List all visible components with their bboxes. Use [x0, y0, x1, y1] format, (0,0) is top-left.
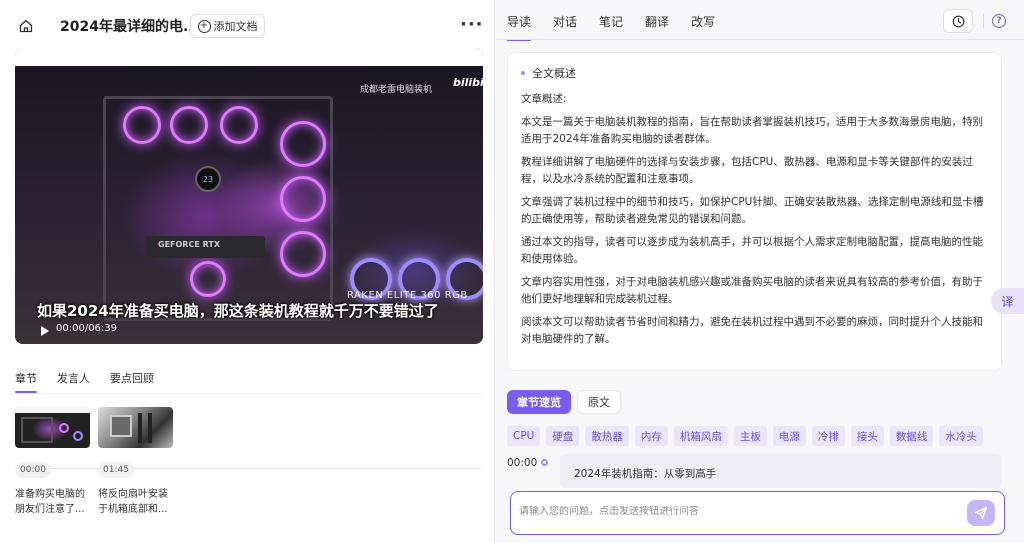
right-tabs: 导读 对话 笔记 翻译 改写	[507, 13, 715, 41]
case-fan	[280, 176, 326, 222]
case-fan	[190, 261, 226, 297]
tab-key-points[interactable]: 要点回顾	[110, 370, 154, 392]
aio-display: 23	[195, 166, 221, 192]
send-icon	[974, 506, 988, 520]
play-icon[interactable]	[41, 326, 49, 336]
tab-guide[interactable]: 导读	[507, 13, 532, 41]
timeline-dot-icon	[541, 459, 548, 466]
right-tabs-divider	[496, 39, 1024, 40]
summary-paragraph: 阅读本文可以帮助读者节省时间和精力，避免在装机过程中遇到不必要的麻烦，同时提升个…	[521, 316, 983, 345]
keyword-tag[interactable]: 冷排	[811, 426, 845, 446]
left-panel: 2024年最详细的电... + 添加文档 ··· 23 GEFORCE RTX …	[0, 0, 495, 543]
tab-dialog[interactable]: 对话	[553, 13, 577, 41]
tab-translate[interactable]: 翻译	[645, 13, 669, 41]
keyword-tag[interactable]: 水冷头	[939, 426, 983, 446]
plus-circle-icon: +	[197, 19, 211, 33]
add-document-label: 添加文档	[213, 20, 258, 33]
doc-title: 2024年最详细的电...	[60, 19, 199, 35]
summary-paragraph: 通过本文的指导，读者可以逐步成为装机高手，并可以根据个人需求定制电脑配置，提高电…	[521, 236, 983, 265]
keyword-tag[interactable]: 主板	[733, 426, 767, 446]
summary-paragraph: 本文是一篇关于电脑装机教程的指南，旨在帮助读者掌握装机技巧，适用于大多数海景房电…	[521, 116, 983, 145]
video-watermark: 成都老雷电脑装机	[360, 85, 433, 95]
tab-speakers[interactable]: 发言人	[57, 370, 90, 392]
video-subtitle: 如果2024年准备买电脑，那这条装机教程就千万不要错过了	[37, 302, 439, 320]
chapter-row-title: 2024年装机指南：从零到高手	[574, 468, 717, 480]
tab-chapter-overview[interactable]: 章节速览	[507, 390, 571, 414]
left-header: 2024年最详细的电... + 添加文档 ···	[0, 0, 495, 48]
more-options-icon[interactable]: ···	[460, 14, 484, 35]
tab-rewrite[interactable]: 改写	[691, 13, 715, 41]
summary-paragraph: 文章内容实用性强，对于对电脑装机感兴趣或准备购买电脑的读者来说具有较高的参考价值…	[521, 276, 983, 305]
right-panel: 导读 对话 笔记 翻译 改写 ? 全文概述 文章概述: 本文是一篇关于电脑装机教…	[496, 0, 1024, 543]
keyword-tag[interactable]: 机箱风扇	[673, 426, 728, 446]
tab-original-text[interactable]: 原文	[577, 390, 621, 414]
chapter-timeline	[15, 468, 483, 469]
case-fan	[123, 106, 161, 144]
keyword-tag[interactable]: 电源	[772, 426, 806, 446]
case-fan	[170, 106, 208, 144]
chapter-row-time[interactable]: 00:00	[507, 457, 537, 469]
summary-heading: 全文概述	[521, 65, 988, 81]
bilibili-logo: bilibili	[453, 76, 483, 89]
chapter-item[interactable]: 01:45 将反向扇叶安装于机箱底部和...	[98, 407, 173, 515]
case-fan	[280, 231, 326, 277]
case-fan	[220, 106, 258, 144]
left-tabs: 章节 发言人 要点回顾	[15, 370, 154, 393]
chapter-text: 将反向扇叶安装于机箱底部和...	[98, 489, 168, 515]
help-icon[interactable]: ?	[992, 14, 1006, 28]
keyword-tag[interactable]: 硬盘	[546, 426, 580, 446]
video-time: 00:00/06:39	[56, 323, 118, 334]
send-button[interactable]	[967, 500, 995, 526]
keyword-tag[interactable]: CPU	[507, 426, 541, 446]
chapter-row-card[interactable]: 2024年装机指南：从零到高手	[560, 454, 1002, 488]
chapter-text: 准备购买电脑的朋友们注意了...	[15, 489, 85, 515]
floating-translate-button[interactable]: 译	[991, 288, 1024, 314]
video-top-band	[15, 48, 483, 66]
bullet-dot-icon	[521, 71, 525, 75]
tabs-divider	[15, 393, 483, 394]
question-box	[510, 491, 1005, 535]
chapter-thumbnail[interactable]	[98, 407, 173, 448]
chapter-time: 01:45	[98, 462, 134, 478]
summary-heading-text: 全文概述	[532, 67, 576, 80]
chapter-view-tabs: 章节速览 原文	[507, 390, 621, 414]
tab-chapters[interactable]: 章节	[15, 370, 37, 393]
summary-card: 全文概述 文章概述: 本文是一篇关于电脑装机教程的指南，旨在帮助读者掌握装机技巧…	[507, 52, 1002, 371]
tab-notes[interactable]: 笔记	[599, 13, 623, 41]
history-button[interactable]	[943, 9, 973, 33]
keyword-tag[interactable]: 接头	[850, 426, 884, 446]
question-input[interactable]	[519, 506, 939, 517]
chapter-item[interactable]: 00:00 准备购买电脑的朋友们注意了...	[15, 407, 90, 515]
keyword-tag[interactable]: 数据线	[889, 426, 934, 446]
chapter-thumbnail[interactable]	[15, 407, 90, 448]
keyword-tags: CPU 硬盘 散热器 内存 机箱风扇 主板 电源 冷排 接头 数据线 水冷头	[507, 426, 983, 446]
keyword-tag[interactable]: 内存	[634, 426, 668, 446]
header-divider	[983, 14, 984, 28]
video-player[interactable]: 23 GEFORCE RTX 成都老雷电脑装机 bilibili RAKEN E…	[15, 48, 483, 344]
clock-icon	[952, 15, 964, 27]
summary-paragraph: 教程详细讲解了电脑硬件的选择与安装步骤，包括CPU、散热器、电源和显卡等关键部件…	[521, 156, 973, 185]
gpu-label: GEFORCE RTX	[158, 240, 221, 249]
home-icon[interactable]	[18, 18, 34, 34]
add-document-button[interactable]: + 添加文档	[190, 14, 265, 38]
summary-lead: 文章概述:	[521, 93, 567, 105]
chapter-time: 00:00	[15, 462, 51, 478]
summary-paragraph: 文章强调了装机过程中的细节和技巧，如保护CPU针脚、正确安装散热器、选择定制电源…	[521, 196, 984, 225]
keyword-tag[interactable]: 散热器	[585, 426, 629, 446]
case-fan	[280, 121, 326, 167]
